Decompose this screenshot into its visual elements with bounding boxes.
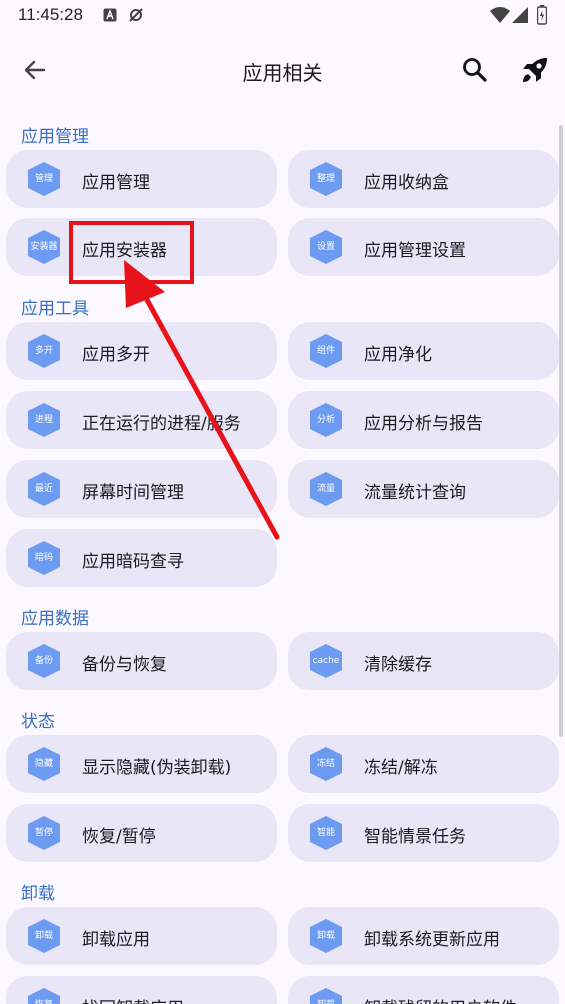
menu-item-app-management-settings[interactable]: 设置 应用管理设置 [288, 218, 559, 276]
menu-item-smart-scene-tasks[interactable]: 智能 智能情景任务 [288, 804, 559, 862]
settings-icon: 设置 [306, 227, 346, 267]
menu-item-label: 显示隐藏(伪装卸载) [82, 758, 232, 778]
menu-item-label: 应用暗码查寻 [82, 552, 184, 572]
app-management-icon: 管理 [24, 159, 64, 199]
menu-item-label: 应用管理设置 [364, 241, 466, 261]
menu-item-backup-restore[interactable]: 备份 备份与恢复 [6, 632, 277, 690]
app-storage-box-icon: 整理 [306, 159, 346, 199]
status-bar: 11:45:28 [0, 0, 565, 32]
menu-item-uninstall-apps[interactable]: 卸载 卸载应用 [6, 907, 277, 965]
app-installer-icon: 安装器 [24, 227, 64, 267]
menu-item-label: 应用收纳盒 [364, 173, 449, 193]
section-title-uninstall: 卸载 [21, 884, 55, 904]
menu-item-uninstall-leftover-user-apps[interactable]: 卸载 卸载残留的用户软件 [288, 976, 559, 1004]
analysis-icon: 分析 [306, 400, 346, 440]
section-title-app-management: 应用管理 [21, 127, 89, 147]
menu-item-label: 找回卸载应用 [82, 994, 184, 1004]
menu-item-label: 智能情景任务 [364, 827, 466, 847]
recover-icon: 恢复 [24, 985, 64, 1004]
cellular-signal-icon [512, 7, 528, 27]
menu-item-label: 备份与恢复 [82, 655, 167, 675]
uninstall-icon: 卸载 [306, 916, 346, 956]
menu-item-resume-pause[interactable]: 暂停 恢复/暂停 [6, 804, 277, 862]
battery-icon [536, 5, 548, 29]
menu-item-label: 屏幕时间管理 [82, 483, 184, 503]
menu-item-label: 冻结/解冻 [364, 758, 438, 778]
section-title-status: 状态 [21, 712, 55, 732]
uninstall-icon: 卸载 [306, 985, 346, 1004]
menu-item-app-analysis[interactable]: 分析 应用分析与报告 [288, 391, 559, 449]
menu-item-label: 应用分析与报告 [364, 414, 483, 434]
status-time: 11:45:28 [18, 5, 83, 24]
backup-icon: 备份 [24, 641, 64, 681]
menu-item-running-processes[interactable]: 进程 正在运行的进程/服务 [6, 391, 277, 449]
smart-icon: 智能 [306, 813, 346, 853]
app-bar: 应用相关 [0, 40, 565, 100]
menu-item-traffic-stats[interactable]: 流量 流量统计查询 [288, 460, 559, 518]
rocket-icon[interactable] [518, 53, 552, 87]
menu-item-screen-time[interactable]: 最近 屏幕时间管理 [6, 460, 277, 518]
menu-item-label: 流量统计查询 [364, 483, 466, 503]
menu-item-show-hide[interactable]: 隐藏 显示隐藏(伪装卸载) [6, 735, 277, 793]
menu-item-clear-cache[interactable]: cache 清除缓存 [288, 632, 559, 690]
menu-item-recover-uninstalled[interactable]: 恢复 找回卸载应用 [6, 976, 277, 1004]
freeze-icon: 冻结 [306, 744, 346, 784]
menu-item-label: 应用净化 [364, 345, 432, 365]
notification-a-icon [103, 7, 117, 26]
menu-item-label: 恢复/暂停 [82, 827, 156, 847]
secret-code-icon: 暗码 [24, 538, 64, 578]
menu-item-label: 正在运行的进程/服务 [82, 414, 241, 434]
highlight-box [69, 221, 194, 284]
notification-disabled-icon [128, 7, 144, 27]
pause-icon: 暂停 [24, 813, 64, 853]
recent-icon: 最近 [24, 469, 64, 509]
menu-item-freeze-unfreeze[interactable]: 冻结 冻结/解冻 [288, 735, 559, 793]
menu-item-uninstall-system-updates[interactable]: 卸载 卸载系统更新应用 [288, 907, 559, 965]
menu-item-secret-code[interactable]: 暗码 应用暗码查寻 [6, 529, 277, 587]
menu-item-app-clone[interactable]: 多开 应用多开 [6, 322, 277, 380]
menu-item-label: 卸载系统更新应用 [364, 930, 500, 950]
menu-item-label: 卸载残留的用户软件 [364, 994, 517, 1004]
search-icon[interactable] [460, 55, 490, 85]
uninstall-icon: 卸载 [24, 916, 64, 956]
menu-item-label: 应用多开 [82, 345, 150, 365]
menu-item-app-storage-box[interactable]: 整理 应用收纳盒 [288, 150, 559, 208]
menu-item-app-management[interactable]: 管理 应用管理 [6, 150, 277, 208]
menu-item-label: 卸载应用 [82, 930, 150, 950]
menu-item-label: 应用管理 [82, 173, 150, 193]
section-title-app-data: 应用数据 [21, 609, 89, 629]
wifi-icon [490, 7, 510, 27]
menu-item-app-purify[interactable]: 组件 应用净化 [288, 322, 559, 380]
traffic-icon: 流量 [306, 469, 346, 509]
section-title-app-tools: 应用工具 [21, 299, 89, 319]
menu-item-label: 清除缓存 [364, 655, 432, 675]
component-icon: 组件 [306, 331, 346, 371]
app-clone-icon: 多开 [24, 331, 64, 371]
process-icon: 进程 [24, 400, 64, 440]
scrollbar[interactable] [559, 125, 563, 737]
cache-icon: cache [306, 641, 346, 681]
hide-icon: 隐藏 [24, 744, 64, 784]
